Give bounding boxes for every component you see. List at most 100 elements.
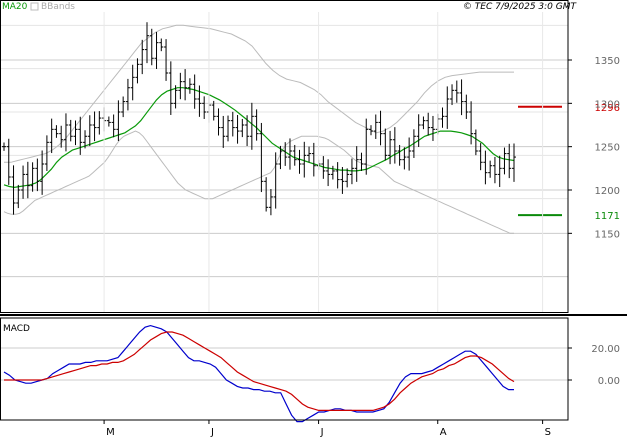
price-bar — [407, 137, 412, 171]
price-bar — [49, 118, 54, 154]
price-y-tick-label: 1200 — [595, 186, 620, 197]
price-bar — [497, 155, 502, 187]
macd-y-tick-label: 20.00 — [591, 344, 620, 355]
price-bar — [430, 115, 435, 141]
price-bar — [30, 162, 35, 192]
price-bar — [40, 150, 45, 195]
price-bar — [512, 143, 516, 182]
x-tick-label: J — [210, 427, 214, 438]
price-bar — [488, 160, 493, 178]
price-y-tick-label: 1150 — [595, 229, 620, 240]
price-bar — [392, 127, 397, 164]
price-bar — [354, 146, 359, 182]
price-bar — [221, 115, 226, 148]
price-bar — [168, 61, 173, 115]
price-bar — [454, 80, 459, 103]
price-bar — [326, 159, 331, 187]
macd-panel-frame — [0, 317, 569, 421]
price-bar — [16, 184, 21, 209]
price-bar — [87, 115, 92, 147]
legend-bb-swatch — [30, 2, 39, 11]
price-bar — [125, 78, 130, 111]
price-bar — [159, 38, 164, 52]
price-bar — [135, 58, 140, 84]
price-bar — [121, 96, 126, 118]
price-bars — [2, 22, 516, 216]
chart-svg: 12961171 11501200125013001350 0.0020.00 … — [0, 0, 627, 438]
legend-bbands: BBands — [41, 2, 75, 12]
price-bar — [97, 111, 102, 135]
price-bar — [492, 156, 497, 184]
price-bar — [21, 165, 26, 199]
price-bar — [459, 79, 464, 116]
source-timestamp: © TEC 7/9/2025 3:0 GMT — [463, 2, 578, 12]
price-bar — [402, 147, 407, 170]
price-bar — [130, 64, 135, 101]
x-tick-label: A — [440, 427, 447, 438]
price-bar — [264, 177, 269, 212]
price-bar — [378, 110, 383, 146]
price-bar — [373, 114, 378, 139]
price-y-tick-label: 1300 — [595, 99, 620, 110]
price-bar — [178, 72, 183, 100]
price-levels: 12961171 — [518, 103, 620, 222]
price-bar — [369, 125, 374, 136]
price-bar — [388, 130, 393, 165]
price-bar — [426, 112, 431, 136]
price-bar — [330, 165, 335, 180]
price-bar — [154, 31, 159, 69]
x-tick-label: S — [545, 427, 551, 438]
x-tick-label: J — [320, 427, 324, 438]
price-bar — [183, 69, 188, 101]
price-bar — [202, 96, 207, 119]
price-bar — [307, 146, 312, 163]
x-tick-label: M — [106, 427, 115, 438]
price-bar — [106, 116, 111, 127]
price-bar — [211, 100, 216, 121]
price-bar — [473, 129, 478, 156]
price-bar — [63, 113, 68, 152]
price-bar — [502, 147, 507, 175]
macd-series-line — [3, 324, 514, 423]
price-bar — [283, 142, 288, 166]
price-bar — [268, 189, 273, 216]
chart-container: 1296 1171 1150 1200 1250 1300 1350 0.00 20.00 … — [0, 0, 627, 440]
price-bar — [111, 114, 116, 138]
price-bar — [240, 118, 245, 138]
price-bar — [311, 142, 316, 177]
macd-grid — [1, 347, 568, 381]
macd-y-tick-label: 0.00 — [598, 376, 620, 387]
price-y-tick-label: 1250 — [595, 143, 620, 154]
price-y-tick-label: 1350 — [595, 56, 620, 67]
price-bar — [235, 115, 240, 144]
macd-title: MACD — [3, 324, 30, 334]
price-bar — [249, 102, 254, 150]
price-bar — [345, 168, 350, 188]
price-bar — [245, 115, 250, 147]
price-bar — [445, 86, 450, 129]
macd-series-line — [4, 331, 515, 411]
price-bar — [335, 162, 340, 189]
macd-lines — [3, 324, 515, 423]
price-bar — [2, 142, 6, 151]
price-bar — [92, 111, 97, 142]
price-bar — [54, 125, 59, 138]
price-bar — [421, 116, 426, 130]
price-bar — [226, 115, 231, 142]
price-panel-frame — [0, 0, 569, 313]
price-bar — [440, 107, 445, 128]
price-bar — [507, 143, 512, 179]
price-bar — [35, 158, 40, 192]
legend-ma20: MA20 — [2, 2, 28, 12]
price-bar — [464, 94, 469, 119]
level-label: 1171 — [595, 211, 620, 222]
price-bar — [450, 84, 455, 106]
price-bar — [144, 22, 149, 64]
price-bar — [469, 101, 474, 145]
price-bar — [254, 109, 259, 141]
price-bar — [297, 149, 302, 174]
price-bar — [230, 111, 235, 137]
price-bar — [25, 161, 30, 199]
price-bar — [187, 78, 192, 94]
price-bar — [416, 114, 421, 147]
